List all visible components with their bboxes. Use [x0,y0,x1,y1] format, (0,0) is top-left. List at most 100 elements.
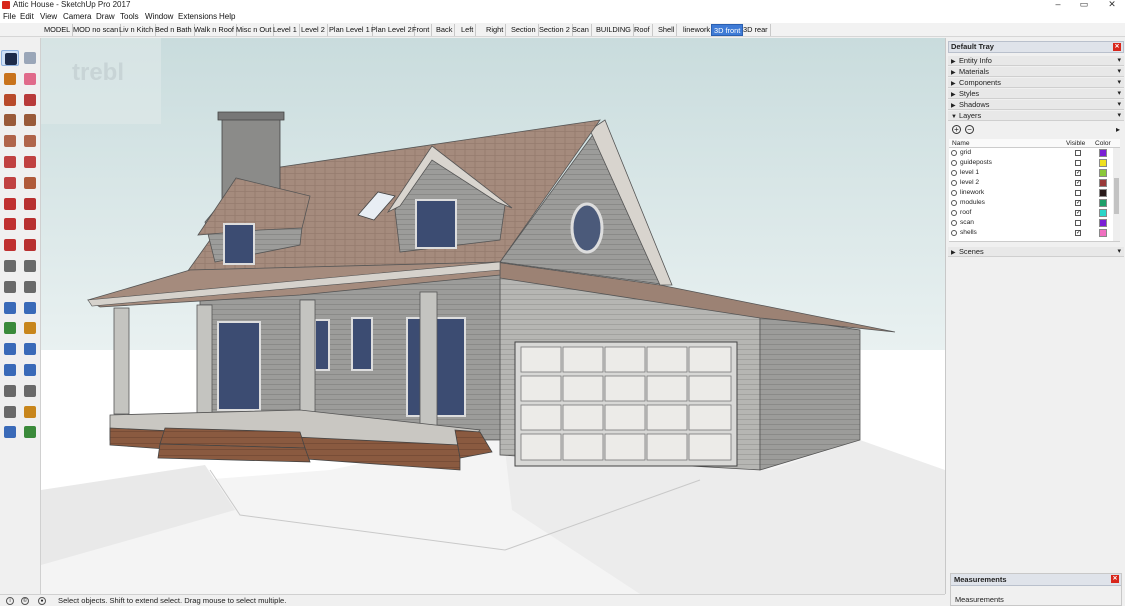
scene-tab-misc-n-out[interactable]: Misc n Out [234,24,275,36]
scene-tab-mod-no-scan[interactable]: MOD no scan [71,24,122,36]
layer-visible-checkbox[interactable]: ✓ [1075,200,1081,206]
line-pencil-tool-button[interactable] [1,92,19,108]
add-location-tool-button[interactable] [21,424,39,440]
menu-edit[interactable]: Edit [20,11,34,23]
scene-tab-plan-level-1[interactable]: Plan Level 1 [327,24,373,36]
layer-visible-checkbox[interactable]: ✓ [1075,210,1081,216]
scene-tab-roof[interactable]: Roof [632,24,653,36]
measurements-label[interactable]: Measurements [955,595,1004,604]
layer-color-swatch[interactable] [1099,179,1107,187]
layer-color-swatch[interactable] [1099,209,1107,217]
layer-visible-checkbox[interactable] [1075,150,1081,156]
layer-color-swatch[interactable] [1099,199,1107,207]
layer-visible-checkbox[interactable] [1075,220,1081,226]
panel-entity-info[interactable]: ▶ Entity Info ▾ [948,56,1124,66]
active-layer-radio[interactable] [951,220,957,226]
layer-visible-checkbox[interactable]: ✓ [1075,170,1081,176]
active-layer-radio[interactable] [951,160,957,166]
layer-row[interactable]: level 2 ✓ [949,178,1112,188]
layer-name[interactable]: level 2 [960,178,979,188]
rotated-rectangle-tool-button[interactable] [21,112,39,128]
layer-color-swatch[interactable] [1099,229,1107,237]
scene-tab-right[interactable]: Right [484,24,507,36]
measurements-close-icon[interactable]: ✕ [1111,575,1119,583]
active-layer-radio[interactable] [951,230,957,236]
move-tool-button[interactable] [1,196,19,212]
layer-name[interactable]: linework [960,188,984,198]
menu-camera[interactable]: Camera [63,11,91,23]
layer-name[interactable]: shells [960,228,977,238]
layer-row[interactable]: grid [949,148,1112,158]
menu-help[interactable]: Help [219,11,235,23]
menu-tools[interactable]: Tools [120,11,139,23]
scroll-thumb[interactable] [1114,178,1119,214]
select-arrow-tool-button[interactable] [1,50,19,66]
push-pull-tool-button[interactable] [21,196,39,212]
offset-tool-button[interactable] [21,237,39,253]
geo-location-icon[interactable]: i [6,597,14,605]
text-tool-button[interactable] [21,279,39,295]
make-component-tool-button[interactable] [21,50,39,66]
layer-visible-checkbox[interactable] [1075,190,1081,196]
scene-tab-liv-n-kitch[interactable]: Liv n Kitch [117,24,157,36]
pan-tool-button[interactable] [21,320,39,336]
menu-view[interactable]: View [40,11,57,23]
circle-tool-button[interactable] [1,133,19,149]
layer-color-swatch[interactable] [1099,219,1107,227]
panel-menu-icon[interactable]: ▾ [1117,100,1121,110]
layer-name[interactable]: modules [960,198,985,208]
zoom-tool-button[interactable] [1,341,19,357]
panel-layers[interactable]: ▼ Layers ▾ [948,111,1124,121]
scene-tab-model[interactable]: MODEL [42,24,74,36]
layer-visible-checkbox[interactable]: ✓ [1075,180,1081,186]
scene-tab-bed-n-bath[interactable]: Bed n Bath [153,24,195,36]
freehand-tool-button[interactable] [21,92,39,108]
layer-color-swatch[interactable] [1099,189,1107,197]
add-layer-icon[interactable]: + [952,125,961,134]
maximize-button[interactable]: ▭ [1074,0,1094,10]
scene-tab-section-2[interactable]: Section 2 [537,24,573,36]
tape-measure-tool-button[interactable] [1,258,19,274]
polygon-tool-button[interactable] [21,133,39,149]
active-layer-radio[interactable] [951,150,957,156]
layer-color-swatch[interactable] [1099,149,1107,157]
scene-tab-level-1[interactable]: Level 1 [271,24,300,36]
pie-tool-button[interactable] [21,154,39,170]
menu-file[interactable]: File [3,11,16,23]
paint-bucket-tool-button[interactable] [1,71,19,87]
two-point-arc-tool-button[interactable] [21,175,39,191]
layer-color-swatch[interactable] [1099,159,1107,167]
geo-location-tool-button[interactable] [1,424,19,440]
scene-tab-walk-n-roof[interactable]: Walk n Roof [192,24,237,36]
layer-row[interactable]: guideposts [949,158,1112,168]
panel-scenes[interactable]: ▶ Scenes ▾ [948,247,1124,257]
panel-menu-icon[interactable]: ▾ [1117,247,1121,257]
menu-window[interactable]: Window [145,11,173,23]
layer-name[interactable]: grid [960,148,971,158]
layer-color-swatch[interactable] [1099,169,1107,177]
menu-draw[interactable]: Draw [96,11,115,23]
arc-tool-button[interactable] [1,154,19,170]
active-layer-radio[interactable] [951,200,957,206]
layer-visible-checkbox[interactable]: ✓ [1075,230,1081,236]
follow-me-tool-button[interactable] [21,216,39,232]
zoom-window-tool-button[interactable] [21,341,39,357]
protractor-tool-button[interactable] [1,279,19,295]
panel-menu-icon[interactable]: ▾ [1117,67,1121,77]
panel-materials[interactable]: ▶ Materials ▾ [948,67,1124,77]
scene-tab-building[interactable]: BUILDING [594,24,634,36]
orbit-tool-button[interactable] [1,320,19,336]
remove-layer-icon[interactable]: − [965,125,974,134]
scale-tool-button[interactable] [1,237,19,253]
layer-row[interactable]: scan [949,218,1112,228]
dimension-tool-button[interactable] [21,258,39,274]
scene-tab-3d-front[interactable]: 3D front [711,24,744,36]
scene-tab-back[interactable]: Back [434,24,456,36]
layer-details-icon[interactable]: ▸ [1116,125,1120,134]
layer-row[interactable]: shells ✓ [949,228,1112,238]
panel-menu-icon[interactable]: ▾ [1117,56,1121,66]
model-viewport[interactable]: trebl [41,38,945,594]
panel-styles[interactable]: ▶ Styles ▾ [948,89,1124,99]
tray-close-icon[interactable]: ✕ [1113,43,1121,51]
scene-tab-shell[interactable]: Shell [656,24,678,36]
